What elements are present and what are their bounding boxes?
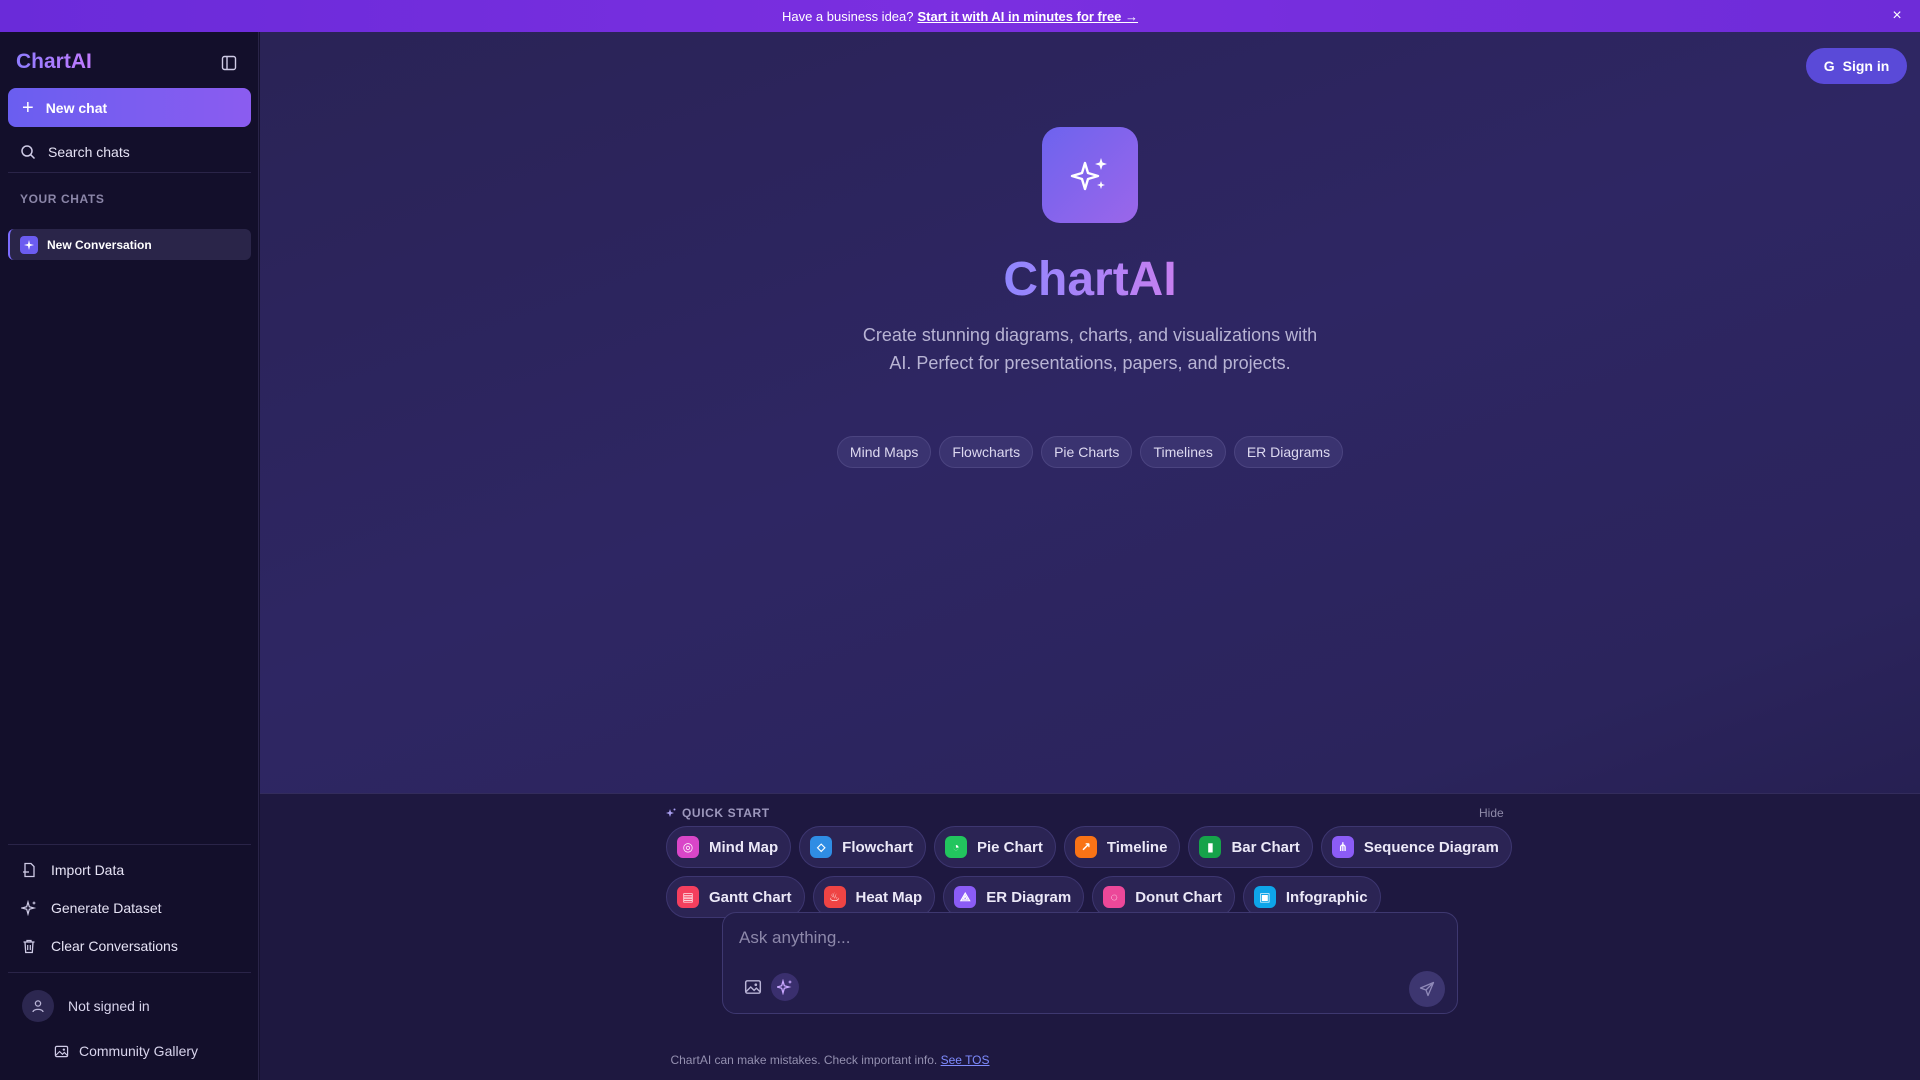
sidebar: ChartAI + New chat Search chats YOUR CHA… [0,32,259,1080]
divider [8,172,251,173]
file-import-icon [23,862,35,878]
hide-quick-start-button[interactable]: Hide [1479,806,1504,820]
user-status[interactable]: Not signed in [22,989,252,1023]
community-gallery-link[interactable]: Community Gallery [54,1036,198,1066]
quick-start-label: Gantt Chart [709,888,792,906]
sidebar-brand: ChartAI [16,50,92,73]
chat-composer [722,912,1458,1014]
hero-title: ChartAI [1003,253,1177,306]
sparkles-icon [21,900,37,916]
quick-start-mind-map[interactable]: ◎ Mind Map [666,826,792,868]
footer-disclaimer: ChartAI can make mistakes. Check importa… [460,1053,1200,1067]
generate-dataset-button[interactable]: Generate Dataset [8,891,251,925]
disclaimer-text: ChartAI can make mistakes. Check importa… [670,1053,938,1067]
quick-start-timeline[interactable]: ↗ Timeline [1063,826,1181,868]
quick-start-label: Flowchart [842,838,913,856]
your-chats-heading: YOUR CHATS [20,192,105,206]
timeline-icon: ↗ [1074,836,1097,858]
import-data-label: Import Data [51,862,125,878]
feature-tag: Timelines [1140,436,1226,468]
quick-start-bar-chart[interactable]: ▮ Bar Chart [1188,826,1313,868]
clear-conversations-button[interactable]: Clear Conversations [8,929,251,963]
quick-start-label: Mind Map [709,838,779,856]
divider [8,972,251,973]
close-icon[interactable]: × [1888,7,1906,25]
quick-start-label: Pie Chart [977,838,1043,856]
flowchart-icon: ⬦ [810,836,833,858]
promo-banner: Have a business idea? Start it with AI i… [0,0,1920,32]
chat-list-item[interactable]: New Conversation [8,229,251,260]
user-icon [22,990,54,1022]
er-diagram-icon: ⟁ [954,886,977,908]
image-upload-icon[interactable] [741,975,765,999]
infographic-icon: ▣ [1253,886,1276,908]
plus-icon: + [22,96,34,119]
sidebar-toggle-icon[interactable] [218,52,240,74]
quick-start-label: Infographic [1285,888,1368,906]
ai-enhance-icon[interactable] [771,973,799,1001]
user-status-label: Not signed in [68,998,150,1014]
banner-text: Have a business idea? [781,8,914,24]
sparkle-icon [20,235,38,254]
quick-start-label: Donut Chart [1135,888,1222,906]
quick-start-label: Heat Map [855,888,923,906]
heat-map-icon: ♨ [823,886,846,908]
quick-start-flowchart[interactable]: ⬦ Flowchart [799,826,926,868]
sparkles-icon [666,808,676,817]
gallery-icon [54,1045,69,1057]
quick-start-pie-chart[interactable]: ◔ Pie Chart [934,826,1056,868]
quick-start-label: QUICK START [682,806,770,820]
send-icon[interactable] [1409,971,1445,1007]
new-chat-button[interactable]: + New chat [8,88,251,127]
search-chats-button[interactable]: Search chats [8,134,251,170]
quick-start-row: ◎ Mind Map ⬦ Flowchart ◔ Pie Chart ↗ Timelin… [666,826,1512,868]
composer-area: QUICK START Hide ◎ Mind Map ⬦ Flowchart ◔ P… [260,793,1920,1080]
clear-conversations-label: Clear Conversations [51,938,178,954]
generate-dataset-label: Generate Dataset [51,900,162,916]
feature-tag: Pie Charts [1041,436,1133,468]
pie-chart-icon: ◔ [945,836,967,858]
quick-start-label: Bar Chart [1231,838,1300,856]
bar-chart-icon: ▮ [1199,836,1222,858]
sign-in-button[interactable]: G Sign in [1806,48,1907,84]
sign-in-label: Sign in [1842,58,1890,74]
trash-icon [23,939,35,954]
community-gallery-label: Community Gallery [79,1043,199,1059]
search-icon [21,145,36,160]
feature-tag: ER Diagrams [1233,436,1344,468]
tos-link[interactable]: See TOS [941,1053,990,1067]
donut-chart-icon: ◌ [1103,886,1126,908]
gantt-icon: ▤ [677,886,699,908]
quick-start-heading: QUICK START [666,806,770,820]
feature-tag: Flowcharts [939,436,1034,468]
main-area: G Sign in ChartAI Create stunning diagra… [260,32,1920,1080]
quick-start-sequence-diagram[interactable]: ⋔ Sequence Diagram [1320,826,1512,868]
quick-start-label: Timeline [1106,838,1168,856]
google-icon: G [1823,58,1835,74]
feature-tag: Mind Maps [836,436,932,468]
search-chats-label: Search chats [48,144,130,160]
app-logo-icon [1042,127,1138,223]
chat-item-label: New Conversation [47,237,152,252]
mind-map-icon: ◎ [677,836,699,858]
quick-start-label: ER Diagram [986,888,1072,906]
new-chat-label: New chat [45,99,108,116]
feature-tags: Mind Maps Flowcharts Pie Charts Timeline… [820,436,1360,468]
ask-input[interactable] [739,925,1419,951]
divider [8,844,251,845]
sequence-icon: ⋔ [1331,836,1354,858]
hero-subtitle: Create stunning diagrams, charts, and vi… [862,325,1318,373]
import-data-button[interactable]: Import Data [8,853,251,887]
quick-start-label: Sequence Diagram [1363,838,1499,856]
banner-cta-link[interactable]: Start it with AI in minutes for free → [917,9,1138,24]
